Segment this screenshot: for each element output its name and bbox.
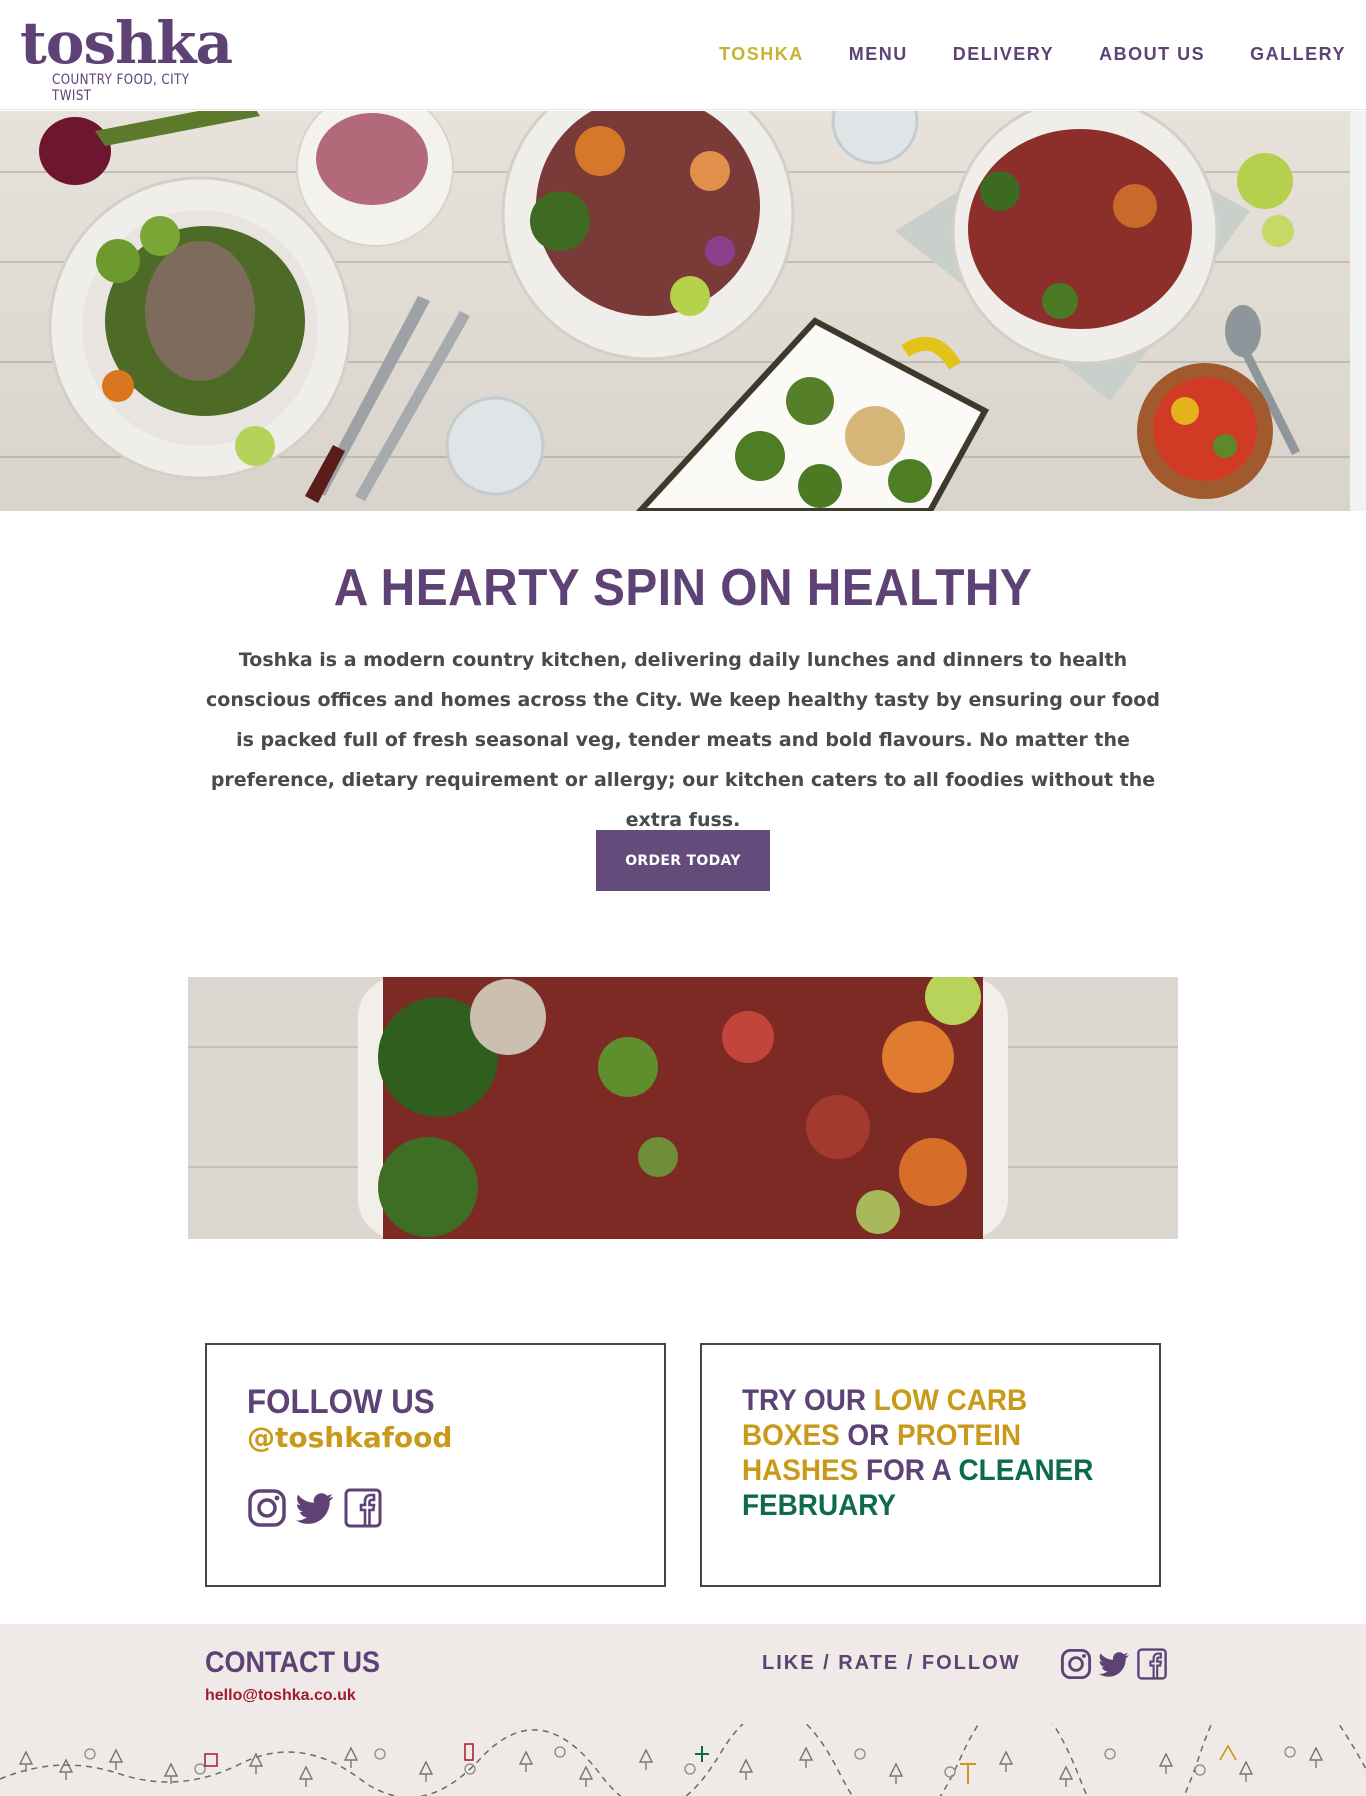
follow-us-box: FOLLOW US @toshkafood bbox=[205, 1343, 666, 1587]
nav-item-gallery[interactable]: GALLERY bbox=[1250, 44, 1346, 65]
toshka-logo[interactable]: toshka COUNTRY FOOD, CITY TWIST bbox=[20, 9, 260, 104]
site-header: toshka COUNTRY FOOD, CITY TWIST TOSHKA M… bbox=[0, 0, 1366, 110]
dish-banner-image bbox=[188, 977, 1178, 1239]
twitter-icon[interactable] bbox=[295, 1488, 335, 1528]
banner-illustration bbox=[188, 977, 1178, 1239]
decorative-forest-pattern bbox=[0, 1724, 1366, 1796]
page-scrollbar[interactable] bbox=[1350, 111, 1366, 511]
instagram-icon[interactable] bbox=[247, 1488, 287, 1528]
page-headline: A HEARTY SPIN ON HEALTHY bbox=[333, 559, 1033, 617]
follow-social-icons bbox=[247, 1488, 383, 1528]
hero-food-image bbox=[0, 111, 1350, 511]
nav-item-menu[interactable]: MENU bbox=[849, 44, 908, 65]
promo-box: TRY OUR LOW CARB BOXES OR PROTEIN HASHES… bbox=[700, 1343, 1161, 1587]
intro-paragraph: Toshka is a modern country kitchen, deli… bbox=[206, 649, 1160, 831]
promo-text: TRY OUR LOW CARB BOXES OR PROTEIN HASHES… bbox=[742, 1383, 1095, 1523]
follow-us-title: FOLLOW US bbox=[247, 1383, 435, 1421]
order-today-button[interactable]: ORDER TODAY bbox=[596, 830, 770, 891]
instagram-handle[interactable]: @toshkafood bbox=[247, 1421, 452, 1454]
facebook-icon[interactable] bbox=[343, 1488, 383, 1528]
footer-social-icons bbox=[1060, 1648, 1168, 1680]
nav-item-about-us[interactable]: ABOUT US bbox=[1099, 44, 1205, 65]
instagram-icon[interactable] bbox=[1060, 1648, 1092, 1680]
like-rate-follow-label: LIKE / RATE / FOLLOW bbox=[762, 1652, 1021, 1674]
nav-item-delivery[interactable]: DELIVERY bbox=[953, 44, 1054, 65]
promo-text-part: OR bbox=[839, 1419, 898, 1452]
contact-us-title: CONTACT US bbox=[205, 1646, 380, 1679]
main-nav: TOSHKA MENU DELIVERY ABOUT US GALLERY bbox=[719, 44, 1346, 65]
hero-illustration bbox=[39, 111, 1300, 511]
logo-wordmark: toshka bbox=[20, 9, 233, 77]
facebook-icon[interactable] bbox=[1136, 1648, 1168, 1680]
promo-text-part: TRY OUR bbox=[742, 1384, 874, 1417]
twitter-icon[interactable] bbox=[1098, 1648, 1130, 1680]
promo-text-part: FOR A bbox=[858, 1454, 959, 1487]
logo-tagline: COUNTRY FOOD, CITY TWIST bbox=[52, 72, 190, 104]
contact-email-link[interactable]: hello@toshka.co.uk bbox=[205, 1687, 356, 1705]
nav-item-toshka[interactable]: TOSHKA bbox=[719, 44, 804, 65]
site-footer: CONTACT US hello@toshka.co.uk LIKE / RAT… bbox=[0, 1624, 1366, 1796]
